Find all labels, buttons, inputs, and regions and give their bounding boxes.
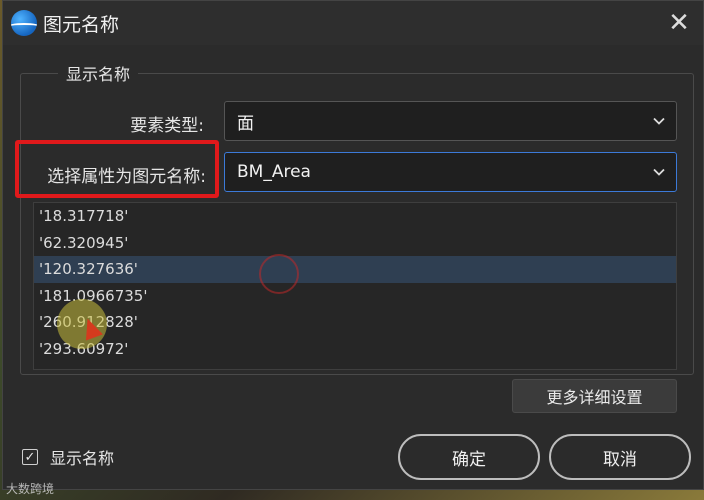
feature-type-dropdown[interactable]: 面 [224, 101, 677, 141]
feature-type-label: 要素类型: [130, 116, 204, 136]
group-title: 显示名称 [58, 61, 139, 85]
annotation-highlight-box [15, 140, 219, 198]
close-button[interactable]: ✕ [665, 8, 693, 38]
show-name-option[interactable]: ✓ 显示名称 [22, 445, 114, 469]
show-name-checkbox[interactable]: ✓ [22, 449, 38, 465]
show-name-label: 显示名称 [50, 449, 115, 468]
chevron-down-icon [653, 117, 665, 125]
attribute-values-list[interactable]: '18.317718' '62.320945' '120.327636' '18… [33, 202, 677, 370]
advanced-settings-button[interactable]: 更多详细设置 [512, 379, 677, 413]
cancel-button[interactable]: 取消 [549, 434, 691, 480]
app-logo-icon [11, 10, 37, 36]
title-bar: 图元名称 ✕ [3, 1, 703, 45]
list-item[interactable]: '260.912828' [34, 309, 676, 336]
dialog-title: 图元名称 [43, 13, 120, 36]
chevron-down-icon [653, 168, 665, 176]
ok-button[interactable]: 确定 [398, 434, 540, 480]
feature-type-value: 面 [237, 113, 254, 134]
attribute-value: BM_Area [237, 162, 311, 182]
attribute-dropdown[interactable]: BM_Area [224, 152, 677, 192]
watermark: 大数跨境 [6, 482, 55, 496]
list-item-selected[interactable]: '120.327636' [34, 256, 676, 283]
list-item[interactable]: '293.60972' [34, 336, 676, 363]
list-item[interactable]: '62.320945' [34, 230, 676, 257]
click-indicator [259, 254, 299, 294]
list-item[interactable]: '181.0966735' [34, 283, 676, 310]
list-item[interactable]: '18.317718' [34, 203, 676, 230]
